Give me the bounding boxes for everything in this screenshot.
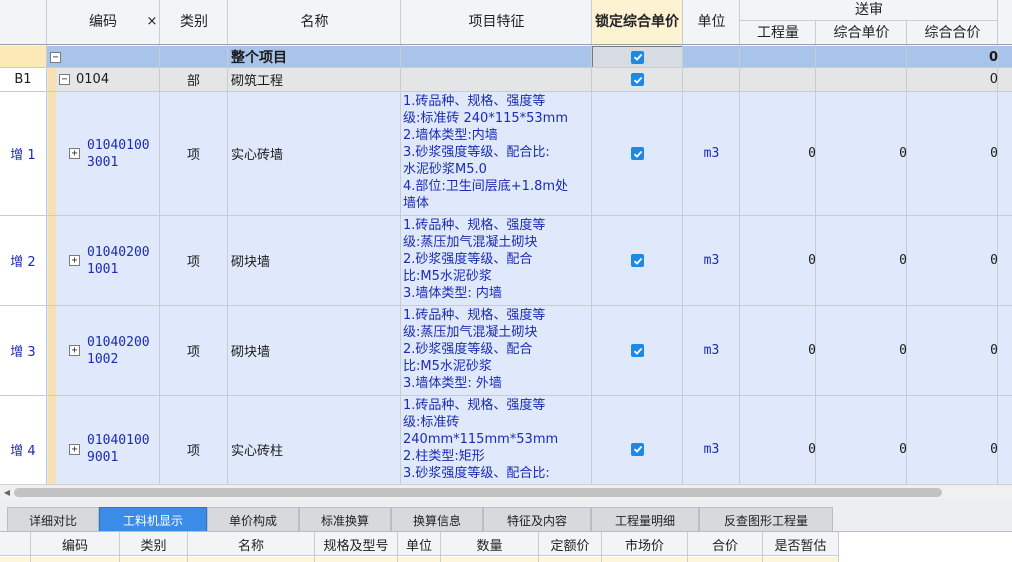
collapse-icon[interactable]: − [50, 46, 61, 68]
item-quantity[interactable]: 0 [740, 216, 819, 305]
item-category: 项 [186, 255, 200, 270]
root-row[interactable] [0, 46, 1012, 68]
item-category: 项 [186, 345, 200, 360]
item-code-line1: 01040200 [87, 335, 150, 350]
header-features[interactable]: 项目特征 [401, 0, 592, 44]
header-quantity[interactable]: 工程量 [740, 21, 816, 44]
tab-reverse-lookup[interactable]: 反查图形工程量 [699, 507, 833, 532]
bottom-header-category[interactable]: 类别 [120, 533, 187, 555]
bottom-header-total[interactable]: 合价 [688, 533, 762, 555]
bottom-header-quantity[interactable]: 数量 [441, 533, 538, 555]
item-unit-price[interactable]: 0 [816, 92, 910, 215]
root-total: 0 [988, 49, 998, 65]
header-code[interactable]: 编码 [47, 0, 159, 44]
bottom-header-spec[interactable]: 规格及型号 [315, 533, 397, 555]
row-index: 增 2 [10, 255, 36, 270]
tab-conversion-info[interactable]: 换算信息 [391, 507, 483, 532]
row-index: 增 3 [10, 345, 36, 360]
bottom-header-market-price[interactable]: 市场价 [602, 533, 687, 555]
item-total: 0 [990, 146, 998, 161]
item-features[interactable]: 1.砖品种、规格、强度等 级:标准砖 240mm*115mm*53mm 2.柱类… [403, 397, 592, 484]
tab-features-content[interactable]: 特征及内容 [483, 507, 591, 532]
lock-checkbox[interactable] [592, 46, 683, 68]
scrollbar-thumb[interactable] [14, 488, 942, 497]
expand-icon[interactable]: + [69, 92, 80, 215]
row-index: B1 [14, 72, 32, 87]
lock-checkbox[interactable] [592, 216, 683, 305]
item-code[interactable]: 01040200 1001 [87, 244, 159, 278]
bottom-header-provisional[interactable]: 是否暂估 [763, 533, 838, 555]
grid-line [838, 532, 839, 562]
item-total: 0 [990, 253, 998, 268]
root-row-index [0, 46, 46, 68]
item-features[interactable]: 1.砖品种、规格、强度等 级:蒸压加气混凝土砌块 2.砂浆强度等级、配合 比:M… [403, 217, 592, 304]
grid-line [227, 0, 228, 484]
grid-line [400, 0, 401, 484]
header-review: 送审 [855, 2, 883, 18]
item-code-line2: 1001 [87, 262, 119, 277]
bottom-header-unit[interactable]: 单位 [398, 533, 440, 555]
item-total: 0 [990, 343, 998, 358]
item-code-line2: 1002 [87, 352, 119, 367]
expand-icon[interactable]: + [69, 216, 80, 305]
item-unit: m3 [703, 146, 720, 161]
tab-quantity-detail[interactable]: 工程量明细 [591, 507, 699, 532]
item-code-line2: 3001 [87, 155, 119, 170]
grid-line [0, 44, 1012, 45]
root-name: 整个项目 [231, 50, 287, 66]
tree-guide-strip [48, 68, 56, 484]
header-unit[interactable]: 单位 [683, 0, 740, 44]
expand-icon[interactable]: + [69, 306, 80, 395]
item-unit-price[interactable]: 0 [816, 306, 910, 395]
bottom-header-quota-price[interactable]: 定额价 [539, 533, 601, 555]
item-code[interactable]: 01040100 3001 [87, 137, 159, 171]
bottom-header-code[interactable]: 编码 [31, 533, 119, 555]
bottom-row-partial [0, 557, 839, 562]
header-unit-price[interactable]: 综合单价 [816, 21, 907, 44]
item-unit-price[interactable]: 0 [816, 216, 910, 305]
item-unit: m3 [703, 253, 720, 268]
scroll-left-arrow-icon[interactable]: ◀ [2, 486, 12, 498]
close-icon[interactable]: × [144, 0, 160, 44]
tab-detail-compare[interactable]: 详细对比 [7, 507, 99, 532]
header-name[interactable]: 名称 [228, 0, 401, 44]
lock-checkbox[interactable] [592, 68, 683, 91]
item-quantity[interactable]: 0 [740, 92, 819, 215]
tab-unit-price-composition[interactable]: 单价构成 [207, 507, 299, 532]
bottom-header-name[interactable]: 名称 [188, 533, 314, 555]
grid-line [0, 67, 1012, 68]
item-features[interactable]: 1.砖品种、规格、强度等 级:标准砖 240*115*53mm 2.墙体类型:内… [403, 93, 592, 214]
grid-line [46, 0, 47, 484]
header-total-price[interactable]: 综合合价 [907, 21, 998, 44]
lock-checkbox[interactable] [592, 306, 683, 395]
item-code[interactable]: 01040200 1002 [87, 334, 159, 368]
b1-name[interactable]: 砌筑工程 [231, 68, 283, 91]
header-category[interactable]: 类别 [160, 0, 228, 44]
item-features[interactable]: 1.砖品种、规格、强度等 级:蒸压加气混凝土砌块 2.砂浆强度等级、配合 比:M… [403, 307, 592, 394]
item-code-line1: 01040200 [87, 245, 150, 260]
grid-line [740, 20, 998, 21]
b1-code[interactable]: 0104 [76, 68, 109, 91]
header-lock-price[interactable]: 锁定综合单价 [594, 0, 680, 44]
b1-total: 0 [989, 72, 998, 87]
tab-labor-material-machine[interactable]: 工料机显示 [99, 507, 207, 532]
item-name[interactable]: 砌块墙 [231, 216, 270, 305]
item-name[interactable]: 砌块墙 [231, 306, 270, 395]
collapse-icon[interactable]: − [59, 68, 70, 91]
item-code[interactable]: 01040100 9001 [87, 432, 159, 466]
item-name[interactable]: 实心砖墙 [231, 92, 283, 215]
item-code-line1: 01040100 [87, 138, 150, 153]
item-code-line1: 01040100 [87, 433, 150, 448]
item-code-line2: 9001 [87, 450, 119, 465]
item-category: 项 [186, 148, 200, 163]
row-index: 增 1 [10, 148, 36, 163]
tab-standard-conversion[interactable]: 标准换算 [299, 507, 391, 532]
item-unit: m3 [703, 343, 720, 358]
lock-checkbox[interactable] [592, 92, 683, 215]
item-quantity[interactable]: 0 [740, 306, 819, 395]
b1-category: 部 [186, 74, 200, 89]
